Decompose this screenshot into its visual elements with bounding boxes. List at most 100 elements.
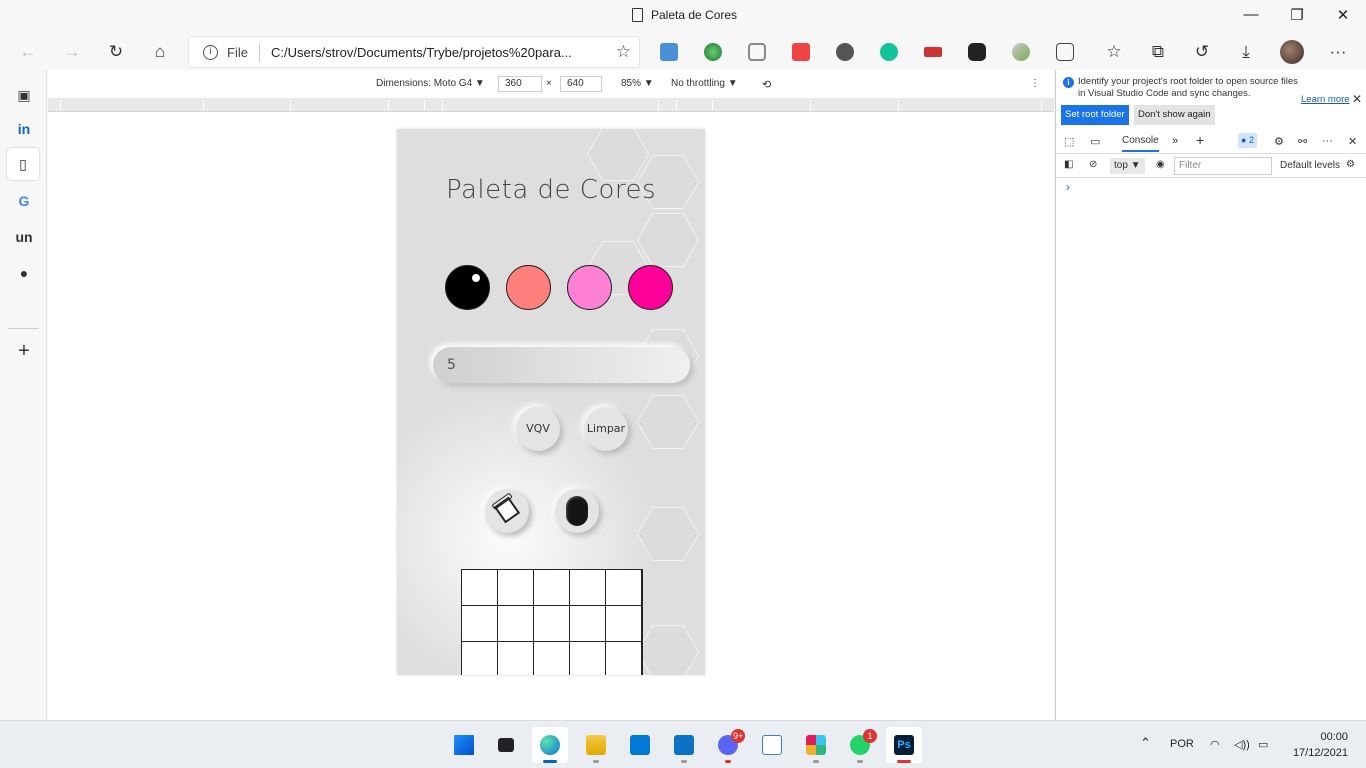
learn-more-link[interactable]: Learn more — [1301, 94, 1350, 105]
toggle-button[interactable] — [555, 489, 599, 533]
pixel[interactable] — [497, 569, 534, 606]
forward-button[interactable]: → — [58, 40, 86, 64]
inspect-element-icon[interactable]: ⬚ — [1064, 135, 1074, 148]
console-settings-icon[interactable]: ⚙ — [1346, 159, 1355, 170]
close-devtools-icon[interactable]: ✕ — [1348, 135, 1357, 148]
system-clock[interactable]: 00:00 17/12/2021 — [1288, 729, 1348, 761]
tab-actions-icon[interactable]: ▣ — [11, 82, 37, 108]
camera-extension-icon[interactable] — [748, 43, 766, 61]
tiktok-icon[interactable]: ● — [11, 260, 37, 286]
pixel[interactable] — [569, 569, 606, 606]
taskbar-stocks[interactable] — [754, 727, 790, 763]
back-button[interactable]: ← — [14, 40, 42, 64]
connections-icon[interactable]: ⚯ — [1298, 135, 1307, 148]
show-hidden-icons-icon[interactable]: ⌃ — [1140, 735, 1151, 751]
taskbar-slack[interactable] — [798, 727, 834, 763]
close-infobar-icon[interactable]: ✕ — [1352, 92, 1362, 106]
color-salmon[interactable] — [506, 265, 551, 310]
task-view-button[interactable] — [488, 727, 524, 763]
pixel[interactable] — [533, 641, 570, 675]
add-tab-icon[interactable]: + — [1196, 132, 1204, 148]
document-tab-icon[interactable]: ▯ — [7, 148, 39, 180]
pixel[interactable] — [533, 605, 570, 642]
taskbar-discord[interactable]: 9+ — [710, 727, 746, 763]
favorites-icon[interactable]: ☆ — [1100, 40, 1128, 64]
device-dimensions-select[interactable]: Dimensions: Moto G4 ▼ — [376, 78, 485, 89]
maximize-button[interactable]: ❐ — [1274, 6, 1320, 24]
throttling-select[interactable]: No throttling ▼ — [671, 78, 738, 89]
color-black[interactable] — [445, 265, 490, 310]
linkedin-icon[interactable]: in — [11, 116, 37, 142]
downloads-icon[interactable]: ⤓ — [1232, 40, 1260, 64]
taskbar-whatsapp[interactable]: 1 — [842, 727, 878, 763]
clear-board-button[interactable]: Limpar — [584, 407, 628, 451]
pixel[interactable] — [569, 641, 606, 675]
add-favorite-icon[interactable]: ☆ — [616, 42, 631, 62]
device-emulation-icon[interactable]: ▭ — [1090, 135, 1100, 148]
settings-gear-icon[interactable]: ⚙ — [1274, 135, 1284, 148]
taskbar-edge[interactable] — [532, 727, 568, 763]
minimize-button[interactable]: — — [1228, 6, 1274, 23]
context-select[interactable]: top ▼ — [1110, 158, 1145, 174]
zoom-select[interactable]: 85% ▼ — [621, 78, 654, 89]
more-tabs-icon[interactable]: » — [1172, 135, 1178, 147]
ruler-extension-icon[interactable] — [924, 47, 942, 57]
set-root-folder-button[interactable]: Set root folder — [1061, 105, 1129, 125]
pixel[interactable] — [569, 605, 606, 642]
address-url[interactable]: C:/Users/strov/Documents/Trybe/projetos%… — [271, 45, 572, 60]
generate-board-button[interactable]: VQV — [516, 407, 560, 451]
board-size-input[interactable]: 5 — [433, 347, 690, 383]
unsplash-icon[interactable]: un — [11, 224, 37, 250]
paint-bucket-button[interactable] — [485, 489, 529, 533]
extensions-icon[interactable] — [1056, 43, 1074, 61]
taskbar-mail[interactable] — [622, 727, 658, 763]
refresh-button[interactable]: ↻ — [102, 40, 130, 64]
settings-more-button[interactable]: ··· — [1324, 40, 1352, 64]
colorpicker-extension-icon[interactable] — [1012, 43, 1030, 61]
pixel[interactable] — [605, 641, 642, 675]
record-extension-icon[interactable] — [836, 43, 854, 61]
google-icon[interactable]: G — [11, 188, 37, 214]
language-indicator[interactable]: POR — [1170, 738, 1194, 750]
translate-extension-icon[interactable] — [660, 43, 678, 61]
pixel[interactable] — [461, 605, 498, 642]
color-light-pink[interactable] — [567, 265, 612, 310]
device-height-input[interactable]: 640 — [560, 76, 602, 92]
tab-console[interactable]: Console — [1122, 135, 1159, 152]
pixel[interactable] — [461, 569, 498, 606]
add-sidebar-icon[interactable]: + — [11, 338, 37, 364]
dont-show-again-button[interactable]: Don't show again — [1134, 105, 1215, 125]
close-button[interactable]: ✕ — [1320, 6, 1366, 24]
start-button[interactable] — [446, 727, 482, 763]
pixel[interactable] — [605, 569, 642, 606]
history-icon[interactable]: ↺ — [1188, 40, 1216, 64]
clear-console-icon[interactable]: ⊘ — [1089, 159, 1097, 170]
profile-avatar[interactable] — [1280, 40, 1304, 64]
collections-icon[interactable]: ⧉ — [1144, 40, 1172, 64]
address-bar[interactable]: i File C:/Users/strov/Documents/Trybe/pr… — [188, 36, 640, 68]
wifi-icon[interactable]: ◠ — [1210, 738, 1220, 751]
grammarly-extension-icon[interactable] — [880, 43, 898, 61]
pixel[interactable] — [605, 605, 642, 642]
color-pink[interactable] — [628, 265, 673, 310]
issues-badge[interactable]: ● 2 — [1238, 133, 1257, 148]
live-expression-eye-icon[interactable]: ◉ — [1156, 159, 1165, 170]
pixel[interactable] — [497, 641, 534, 675]
pixel[interactable] — [461, 641, 498, 675]
sidebar-toggle-icon[interactable]: ◧ — [1064, 159, 1073, 170]
gnome-extension-icon[interactable] — [968, 43, 986, 61]
device-width-input[interactable]: 360 — [498, 76, 542, 92]
taskbar-photoshop[interactable]: Ps — [886, 727, 922, 763]
log-levels-select[interactable]: Default levels — [1280, 160, 1340, 171]
devtools-more-icon[interactable]: ··· — [1322, 135, 1333, 147]
rotate-icon[interactable]: ⟲ — [762, 78, 771, 91]
console-prompt[interactable]: › — [1066, 180, 1070, 194]
pixel[interactable] — [533, 569, 570, 606]
globe-extension-icon[interactable] — [704, 43, 722, 61]
taskbar-vscode[interactable] — [666, 727, 702, 763]
info-icon[interactable]: i — [203, 45, 218, 60]
console-filter-input[interactable]: Filter — [1174, 157, 1272, 175]
battery-icon[interactable]: ▭ — [1258, 738, 1268, 751]
volume-icon[interactable]: ◁)) — [1234, 738, 1250, 751]
taskbar-file-explorer[interactable] — [578, 727, 614, 763]
